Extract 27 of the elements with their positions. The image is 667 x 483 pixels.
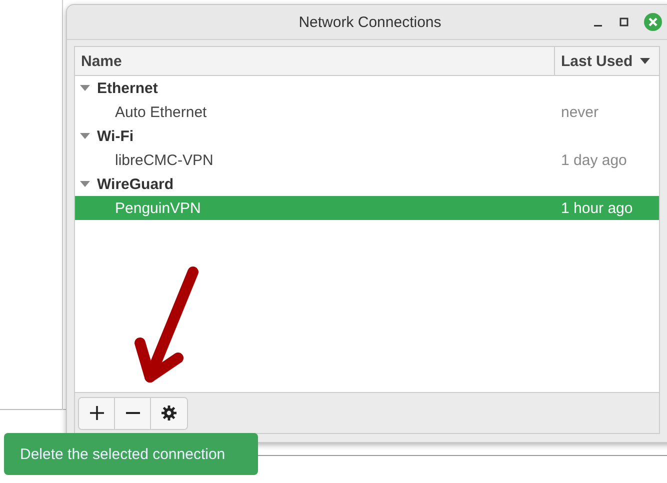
sort-caret-icon	[638, 57, 651, 65]
tooltip: Delete the selected connection	[4, 433, 258, 475]
group-label: Wi-Fi	[97, 128, 134, 144]
connection-row[interactable]: Auto Ethernet never	[75, 100, 659, 124]
plus-icon	[88, 405, 104, 421]
group-label: WireGuard	[97, 176, 174, 192]
settings-icon	[161, 405, 177, 421]
group-label: Ethernet	[97, 80, 158, 96]
connection-row[interactable]: libreCMC-VPN 1 day ago	[75, 148, 659, 172]
remove-button[interactable]	[115, 398, 151, 428]
column-header[interactable]: Name	[75, 47, 554, 75]
expander-down-icon[interactable]	[79, 84, 91, 92]
add-button[interactable]	[79, 398, 115, 428]
last-used-text: 1 hour ago	[561, 200, 634, 216]
close-icon[interactable]	[643, 12, 663, 32]
connection-name: PenguinVPN	[114, 200, 202, 216]
connection-name: libreCMC-VPN	[114, 152, 214, 168]
column-header[interactable]: Last Used	[554, 47, 659, 75]
last-used-text: never	[561, 104, 600, 120]
settings-button[interactable]	[151, 398, 187, 428]
expander-down-icon[interactable]	[79, 180, 91, 188]
minus-icon	[126, 412, 140, 414]
maximize-icon[interactable]	[617, 15, 631, 29]
window-title: Network Connections	[298, 14, 442, 30]
connection-name: Auto Ethernet	[114, 104, 208, 120]
expander-down-icon[interactable]	[79, 132, 91, 140]
last-used-text: 1 day ago	[561, 152, 628, 168]
